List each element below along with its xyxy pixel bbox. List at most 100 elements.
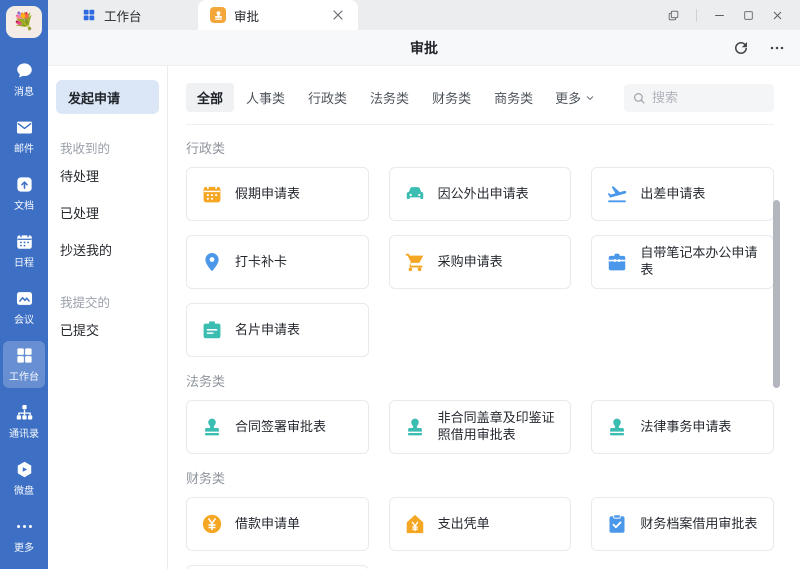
chat-bubble-icon [15,61,34,80]
form-card-自带笔记本办公申请表[interactable]: 自带笔记本办公申请表 [591,235,774,289]
form-card-label: 财务档案借用审批表 [640,516,757,533]
sidebar-item-文档[interactable]: 文档 [3,170,45,217]
form-card-因公外出申请表[interactable]: 因公外出申请表 [389,167,572,221]
nav-groups: 我收到的待处理已处理抄送我的我提交的已提交 [48,138,167,348]
stamp-icon [606,416,628,438]
stamp-icon [201,416,223,438]
ellipsis-icon [15,517,34,536]
start-request-button[interactable]: 发起申请 [56,80,159,114]
page-title: 审批 [410,38,438,58]
sidebar-item-更多[interactable]: 更多 [3,512,45,559]
form-card-合同签署审批表[interactable]: 合同签署审批表 [186,400,369,454]
tab-workbench[interactable]: 工作台 [70,0,198,30]
sidebar-item-通讯录[interactable]: 通讯录 [3,398,45,445]
sidebar-item-label: 微盘 [14,482,34,497]
form-card-label: 借款申请单 [235,516,300,533]
section: 财务类借款申请单 支出凭单 财务档案借用审批表差旅费报销单 [186,468,774,569]
section-title: 财务类 [186,468,774,487]
nav-sidebar: 发起申请 我收到的待处理已处理抄送我的我提交的已提交 [48,66,168,569]
form-card-差旅费报销单[interactable]: 差旅费报销单 [186,565,369,569]
section: 法务类合同签署审批表 非合同盖章及印鉴证照借用审批表法律事务申请表 [186,371,774,454]
tab-workbench-label: 工作台 [104,6,142,25]
filter-tab-人事类[interactable]: 人事类 [235,83,296,112]
form-card-出差申请表[interactable]: 出差申请表 [591,167,774,221]
sidebar-item-label: 更多 [14,539,34,554]
sections-container: 行政类假期申请表因公外出申请表出差申请表打卡补卡 采购申请表自带笔记本办公申请表名… [186,138,774,569]
sidebar-item-微盘[interactable]: 微盘 [3,455,45,502]
card-grid: 借款申请单 支出凭单 财务档案借用审批表差旅费报销单 [186,497,774,569]
form-card-假期申请表[interactable]: 假期申请表 [186,167,369,221]
filter-tab-财务类[interactable]: 财务类 [421,83,482,112]
location-pin-icon [201,251,223,273]
nav-item-抄送我的[interactable]: 抄送我的 [48,231,167,268]
form-card-label: 非合同盖章及印鉴证照借用审批表 [438,410,561,444]
filter-tab-全部[interactable]: 全部 [186,83,234,112]
section: 行政类假期申请表因公外出申请表出差申请表打卡补卡 采购申请表自带笔记本办公申请表名… [186,138,774,357]
form-card-label: 支出凭单 [438,516,490,533]
nav-item-待处理[interactable]: 待处理 [48,157,167,194]
tab-bar: 工作台 审批 [48,0,800,30]
scrollbar-thumb[interactable] [773,200,780,388]
app-sidebar: 💐 消息邮件文档日程会议工作台通讯录微盘更多 [0,0,48,569]
minimize-icon[interactable] [713,9,726,22]
form-card-label: 名片申请表 [235,322,300,339]
filter-more-label: 更多 [555,88,581,107]
nav-item-已处理[interactable]: 已处理 [48,194,167,231]
drive-icon [15,460,34,479]
avatar[interactable]: 💐 [6,6,42,38]
grid-icon [15,346,34,365]
form-card-支出凭单[interactable]: 支出凭单 [389,497,572,551]
card-grid: 合同签署审批表 非合同盖章及印鉴证照借用审批表法律事务申请表 [186,400,774,454]
search-box[interactable] [624,84,774,112]
tab-approval[interactable]: 审批 [198,0,358,30]
tab-close-icon[interactable] [330,7,346,23]
nav-item-已提交[interactable]: 已提交 [48,311,167,348]
close-icon[interactable] [771,9,784,22]
yen-circle-icon [201,513,223,535]
header: 审批 [48,30,800,66]
sidebar-item-label: 工作台 [9,368,39,383]
sidebar-item-邮件[interactable]: 邮件 [3,113,45,160]
form-card-采购申请表[interactable]: 采购申请表 [389,235,572,289]
section-title: 行政类 [186,138,774,157]
app-window: 💐 消息邮件文档日程会议工作台通讯录微盘更多 工作台 审批 [0,0,800,569]
filter-more-button[interactable]: 更多 [544,83,607,112]
more-dots-icon[interactable] [768,40,786,56]
form-card-法律事务申请表[interactable]: 法律事务申请表 [591,400,774,454]
tab-approval-label: 审批 [234,6,259,25]
form-card-非合同盖章及印鉴证照借用审批表[interactable]: 非合同盖章及印鉴证照借用审批表 [389,400,572,454]
filter-tab-法务类[interactable]: 法务类 [359,83,420,112]
mail-icon [15,118,34,137]
refresh-icon[interactable] [732,39,750,57]
stamp-icon [404,416,426,438]
nav-group-title: 我提交的 [48,292,167,311]
restore-icon[interactable] [667,9,680,22]
filter-tab-行政类[interactable]: 行政类 [297,83,358,112]
form-card-label: 打卡补卡 [235,254,287,271]
chevron-down-icon [584,92,596,104]
car-icon [404,183,426,205]
sidebar-item-label: 日程 [14,254,34,269]
section-title: 法务类 [186,371,774,390]
sidebar-item-会议[interactable]: 会议 [3,284,45,331]
grid-icon [82,8,96,22]
document-icon [15,175,34,194]
filter-tab-商务类[interactable]: 商务类 [483,83,544,112]
form-card-名片申请表[interactable]: 名片申请表 [186,303,369,357]
search-input[interactable] [652,90,766,105]
form-card-借款申请单[interactable]: 借款申请单 [186,497,369,551]
card-grid: 假期申请表因公外出申请表出差申请表打卡补卡 采购申请表自带笔记本办公申请表名片申请… [186,167,774,357]
sidebar-item-日程[interactable]: 日程 [3,227,45,274]
clipboard-check-icon [606,513,628,535]
window-controls [667,0,800,30]
sidebar-item-消息[interactable]: 消息 [3,56,45,103]
calendar-icon [201,183,223,205]
divider [696,9,697,22]
sidebar-item-工作台[interactable]: 工作台 [3,341,45,388]
filter-bar: 全部人事类行政类法务类财务类商务类 更多 [186,83,774,112]
app-sidebar-items: 消息邮件文档日程会议工作台通讯录微盘更多 [3,56,45,569]
form-card-打卡补卡[interactable]: 打卡补卡 [186,235,369,289]
form-card-财务档案借用审批表[interactable]: 财务档案借用审批表 [591,497,774,551]
maximize-icon[interactable] [742,9,755,22]
content: 全部人事类行政类法务类财务类商务类 更多 行政类假期申请表因公外出申请表出差申请… [168,66,800,569]
